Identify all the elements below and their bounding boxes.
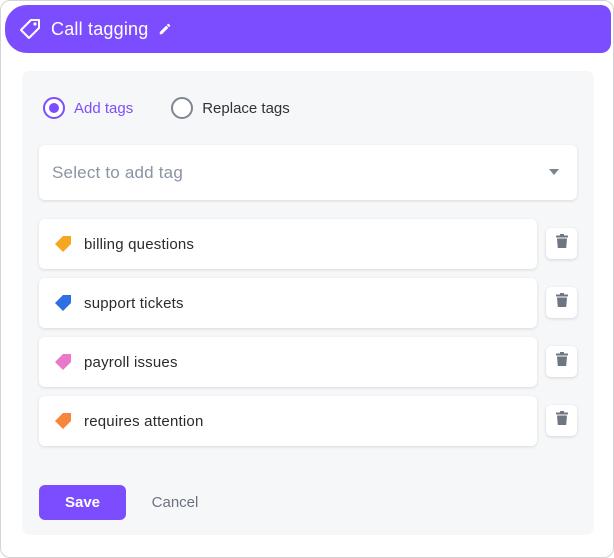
trash-icon bbox=[555, 293, 568, 312]
tagging-panel: Add tags Replace tags Select to add tag … bbox=[22, 71, 594, 535]
tag-item: billing questions bbox=[39, 219, 537, 269]
dialog-header: Call tagging bbox=[5, 5, 611, 53]
tag-select-placeholder: Select to add tag bbox=[52, 162, 183, 182]
cancel-button[interactable]: Cancel bbox=[140, 485, 210, 520]
radio-selected-icon bbox=[43, 97, 65, 119]
save-button[interactable]: Save bbox=[39, 485, 126, 520]
radio-replace-tags-label: Replace tags bbox=[202, 99, 290, 117]
trash-icon bbox=[555, 352, 568, 371]
tag-icon bbox=[17, 16, 43, 42]
tag-color-icon bbox=[54, 412, 72, 430]
dialog-title: Call tagging bbox=[51, 18, 149, 39]
delete-tag-button[interactable] bbox=[546, 346, 577, 377]
tag-row: requires attention bbox=[39, 396, 577, 446]
tag-select-dropdown[interactable]: Select to add tag bbox=[39, 145, 577, 200]
tag-name: billing questions bbox=[84, 235, 195, 253]
tag-row: support tickets bbox=[39, 278, 577, 328]
radio-replace-tags[interactable]: Replace tags bbox=[171, 97, 290, 119]
tag-name: support tickets bbox=[84, 294, 184, 312]
tag-name: requires attention bbox=[84, 412, 204, 430]
radio-add-tags-label: Add tags bbox=[74, 99, 134, 117]
trash-icon bbox=[555, 234, 568, 253]
tag-item: payroll issues bbox=[39, 337, 537, 387]
tag-color-icon bbox=[54, 235, 72, 253]
delete-tag-button[interactable] bbox=[546, 228, 577, 259]
call-tagging-dialog: Call tagging Add tags Replace tags Selec… bbox=[0, 0, 614, 558]
tag-item: requires attention bbox=[39, 396, 537, 446]
chevron-down-icon bbox=[549, 169, 559, 175]
tag-row: billing questions bbox=[39, 219, 577, 269]
tag-item: support tickets bbox=[39, 278, 537, 328]
radio-unselected-icon bbox=[171, 97, 194, 119]
radio-add-tags[interactable]: Add tags bbox=[43, 97, 133, 119]
mode-radio-group: Add tags Replace tags bbox=[43, 97, 328, 119]
tag-row: payroll issues bbox=[39, 337, 577, 387]
trash-icon bbox=[555, 411, 568, 430]
tag-color-icon bbox=[54, 294, 72, 312]
delete-tag-button[interactable] bbox=[546, 405, 577, 436]
pencil-icon[interactable] bbox=[158, 21, 174, 37]
tag-color-icon bbox=[54, 353, 72, 371]
tag-name: payroll issues bbox=[84, 353, 178, 371]
delete-tag-button[interactable] bbox=[546, 287, 577, 318]
